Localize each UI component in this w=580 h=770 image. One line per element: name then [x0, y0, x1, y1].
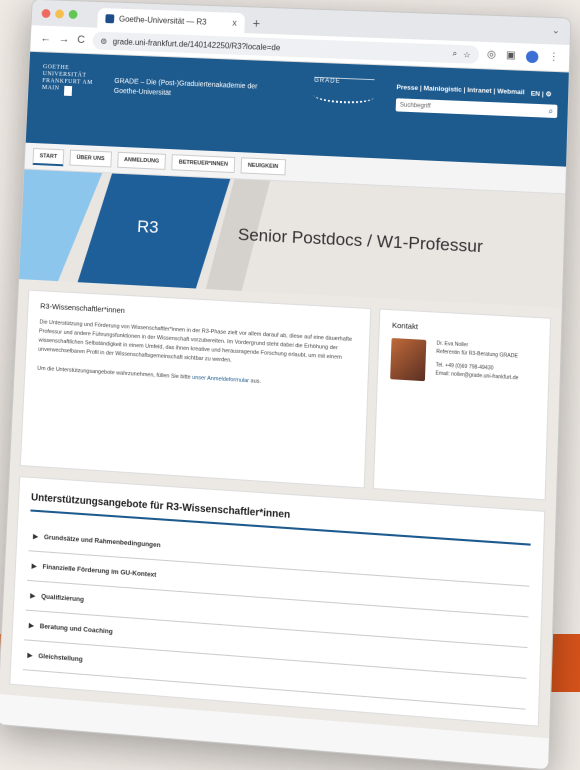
goethe-emblem-icon — [63, 85, 73, 97]
zoom-window-button[interactable] — [68, 9, 78, 20]
cta-text-after: aus. — [248, 378, 262, 385]
site-info-icon[interactable]: ⊜ — [100, 36, 107, 45]
tab-title: Goethe-Universität — R3 — [118, 14, 207, 27]
university-logo[interactable]: GOETHE UNIVERSITÄT FRANKFURT AM MAIN — [42, 64, 102, 97]
grade-logo-text: GRADE — [314, 77, 341, 85]
search-placeholder: Suchbegriff — [399, 101, 431, 110]
nav-item-betreuer[interactable]: BETREUER*INNEN — [171, 154, 236, 174]
contact-heading: Kontakt — [391, 320, 419, 332]
extensions-icon[interactable]: ◎ — [487, 49, 496, 61]
tab-close-icon[interactable]: x — [232, 18, 237, 28]
expand-triangle-icon: ▶ — [28, 622, 34, 630]
top-links[interactable]: Presse | Mainlogistic | Intranet | Webma… — [396, 84, 524, 96]
tab-list-chevron-icon[interactable]: ⌄ — [552, 25, 560, 36]
reload-icon[interactable]: C — [77, 34, 85, 46]
hero-code: R3 — [136, 216, 159, 237]
accordion-label: Finanzielle Förderung im GU-Kontext — [42, 563, 157, 579]
search-input[interactable]: Suchbegriff ⌕ — [395, 98, 558, 119]
sidebar-icon[interactable]: ▣ — [506, 50, 516, 63]
intro-card: R3-Wissenschaftler*innen Die Unterstützu… — [19, 289, 372, 489]
expand-triangle-icon: ▶ — [27, 651, 33, 660]
browser-window: Goethe-Universität — R3 x + ⌄ ← → C ⊜ gr… — [0, 0, 572, 770]
expand-triangle-icon: ▶ — [32, 533, 39, 541]
back-icon[interactable]: ← — [40, 32, 51, 44]
contact-card: Kontakt Dr. Eva Noller Referentin für R3… — [372, 308, 552, 501]
page-content: R3-Wissenschaftler*innen Die Unterstützu… — [0, 279, 562, 739]
accordion-label: Grundsätze und Rahmenbedingungen — [43, 533, 161, 550]
zoom-icon[interactable]: ⌕ — [452, 49, 457, 59]
search-icon[interactable]: ⌕ — [548, 106, 553, 116]
forward-icon[interactable]: → — [59, 33, 70, 45]
grade-arc-icon — [313, 87, 375, 105]
site-title[interactable]: GRADE – Die (Post-)Graduiertenakademie d… — [114, 77, 282, 104]
registration-form-link[interactable]: unser Anmeldeformular — [192, 375, 249, 384]
intro-paragraph: Die Unterstützung und Förderung von Wiss… — [38, 319, 353, 364]
bookmark-star-icon[interactable]: ☆ — [463, 50, 471, 59]
minimize-window-button[interactable] — [54, 9, 65, 19]
accordion-label: Beratung und Coaching — [39, 622, 113, 636]
url-text: grade.uni-frankfurt.de/140142250/R3?loca… — [112, 36, 281, 52]
expand-triangle-icon: ▶ — [31, 562, 37, 571]
nav-item-anmeldung[interactable]: ANMELDUNG — [116, 151, 167, 170]
support-section: Unterstützungsangebote für R3-Wissenscha… — [9, 476, 546, 727]
accordion-label: Qualifizierung — [40, 593, 85, 604]
accordion-label: Gleichstellung — [38, 652, 83, 664]
window-controls — [41, 8, 78, 20]
cta-text-before: Um die Unterstützungsangebote wahrzunehm… — [37, 365, 193, 381]
nav-item-start[interactable]: START — [32, 147, 65, 166]
nav-item-neuigkeiten[interactable]: NEUIGKEIN — [240, 157, 286, 176]
expand-triangle-icon: ▶ — [30, 592, 36, 600]
menu-icon[interactable]: ⋮ — [548, 51, 559, 64]
language-switch[interactable]: EN | ⚙ — [531, 89, 552, 98]
close-window-button[interactable] — [41, 8, 51, 19]
favicon-icon — [105, 13, 115, 23]
contact-photo — [390, 337, 427, 382]
profile-avatar[interactable] — [525, 50, 539, 64]
page-title: Senior Postdocs / W1-Professur — [237, 224, 484, 257]
nav-item-ueber-uns[interactable]: ÜBER UNS — [69, 149, 112, 168]
grade-logo[interactable]: GRADE — [313, 76, 375, 105]
new-tab-button[interactable]: + — [252, 15, 260, 30]
